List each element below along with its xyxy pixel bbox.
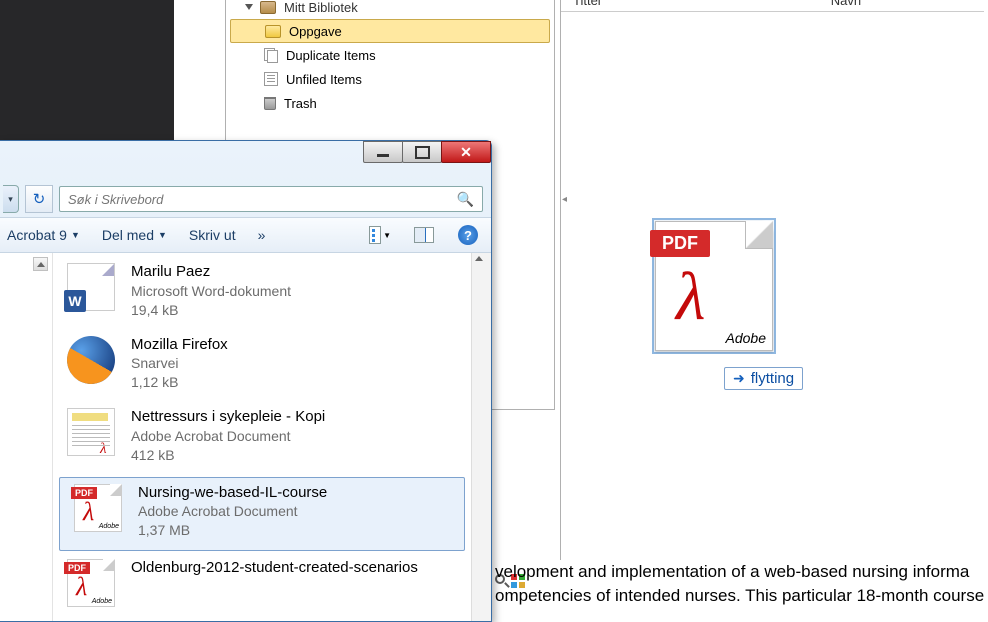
scrollbar[interactable] [471, 253, 491, 621]
history-dropdown[interactable]: ▾ [3, 185, 19, 213]
scroll-up-button[interactable] [33, 257, 48, 271]
help-button[interactable]: ? [457, 224, 479, 246]
search-icon[interactable]: 🔍 [457, 191, 474, 208]
tree-item-oppgave[interactable]: Oppgave [230, 19, 550, 43]
file-size: 1,12 kB [131, 373, 228, 392]
file-row[interactable]: PDFλAdobe Nursing-we-based-IL-courseAdobe… [59, 477, 465, 552]
file-type: Adobe Acrobat Document [131, 427, 325, 446]
tree-item-label: Duplicate Items [286, 48, 376, 63]
file-type: Snarvei [131, 354, 228, 373]
tree-item-label: Trash [284, 96, 317, 111]
column-headers[interactable]: Tittel Navn [561, 0, 984, 12]
explorer-window: ▾ ↻ 🔍 Acrobat 9▼ Del med▼ Skriv ut » ▼ ?… [0, 140, 492, 622]
paper-line: velopment and implementation of a web-ba… [495, 560, 988, 584]
trash-icon [264, 97, 276, 110]
file-name: Mozilla Firefox [131, 336, 228, 355]
splitter-handle[interactable] [562, 190, 569, 208]
tree-item-label: Unfiled Items [286, 72, 362, 87]
command-toolbar: Acrobat 9▼ Del med▼ Skriv ut » ▼ ? [0, 217, 491, 253]
file-name: Oldenburg-2012-student-created-scenarios [131, 559, 418, 578]
preview-pane-button[interactable] [413, 224, 435, 246]
dark-panel [0, 0, 174, 145]
file-row[interactable]: λ Nettressurs i sykepleie - KopiAdobe Acr… [53, 402, 471, 475]
search-input[interactable] [68, 192, 457, 207]
paper-line: ompetencies of intended nurses. This par… [495, 584, 988, 608]
paper-text: velopment and implementation of a web-ba… [495, 560, 988, 608]
pdf-drag-icon: PDF λ Adobe [655, 221, 773, 351]
drag-tooltip: ➜ flytting [724, 367, 803, 390]
duplicate-icon [264, 48, 278, 62]
tree-item-label: Oppgave [289, 24, 342, 39]
pdf-icon: PDFλAdobe [74, 484, 122, 532]
chevron-down-icon: ▼ [71, 230, 80, 240]
refresh-button[interactable]: ↻ [25, 185, 53, 213]
pdf-icon: PDFλAdobe [67, 559, 115, 607]
folder-icon [265, 25, 281, 38]
arrow-right-icon: ➜ [733, 370, 745, 387]
col-title[interactable]: Tittel [573, 0, 601, 8]
view-mode-button[interactable]: ▼ [369, 224, 391, 246]
titlebar[interactable] [0, 141, 491, 181]
toolbar-share[interactable]: Del med▼ [102, 227, 167, 243]
file-name: Marilu Paez [131, 263, 291, 282]
toolbar-acrobat[interactable]: Acrobat 9▼ [7, 227, 80, 243]
file-name: Nursing-we-based-IL-course [138, 484, 327, 503]
word-icon [67, 263, 115, 311]
file-list: Marilu PaezMicrosoft Word-dokument19,4 k… [53, 253, 471, 621]
library-icon [260, 1, 276, 14]
file-type: Adobe Acrobat Document [138, 502, 327, 521]
search-box[interactable]: 🔍 [59, 186, 483, 212]
toolbar-print[interactable]: Skriv ut [189, 227, 236, 243]
file-size: 19,4 kB [131, 301, 291, 320]
close-button[interactable] [441, 141, 491, 163]
drag-ghost: PDF λ Adobe ➜ flytting [652, 218, 782, 390]
unfiled-icon [264, 72, 278, 86]
file-name: Nettressurs i sykepleie - Kopi [131, 408, 325, 427]
tree-item-duplicates[interactable]: Duplicate Items [226, 43, 554, 67]
toolbar-more[interactable]: » [258, 227, 266, 243]
file-row[interactable]: PDFλAdobe Oldenburg-2012-student-created-… [53, 553, 471, 617]
tree-root-label: Mitt Bibliotek [284, 0, 358, 15]
col-name[interactable]: Navn [831, 0, 861, 8]
file-row[interactable]: ↗ Mozilla FirefoxSnarvei1,12 kB [53, 330, 471, 403]
chevron-down-icon: ▼ [383, 231, 391, 240]
address-toolbar: ▾ ↻ 🔍 [0, 181, 491, 217]
file-row[interactable]: Marilu PaezMicrosoft Word-dokument19,4 k… [53, 257, 471, 330]
explorer-body: Marilu PaezMicrosoft Word-dokument19,4 k… [0, 253, 491, 621]
drag-tooltip-text: flytting [751, 370, 794, 387]
file-size: 1,37 MB [138, 521, 327, 540]
chevron-down-icon: ▼ [158, 230, 167, 240]
pdf-icon: λ [67, 408, 115, 456]
history-nav: ▾ [3, 185, 19, 213]
file-size: 412 kB [131, 446, 325, 465]
minimize-button[interactable] [363, 141, 403, 163]
tree-root[interactable]: Mitt Bibliotek [226, 0, 554, 19]
expand-icon[interactable] [245, 4, 253, 10]
file-type: Microsoft Word-dokument [131, 282, 291, 301]
maximize-button[interactable] [402, 141, 442, 163]
tree-item-unfiled[interactable]: Unfiled Items [226, 67, 554, 91]
firefox-icon: ↗ [67, 336, 115, 384]
nav-pane[interactable] [0, 253, 53, 621]
tree-item-trash[interactable]: Trash [226, 91, 554, 115]
